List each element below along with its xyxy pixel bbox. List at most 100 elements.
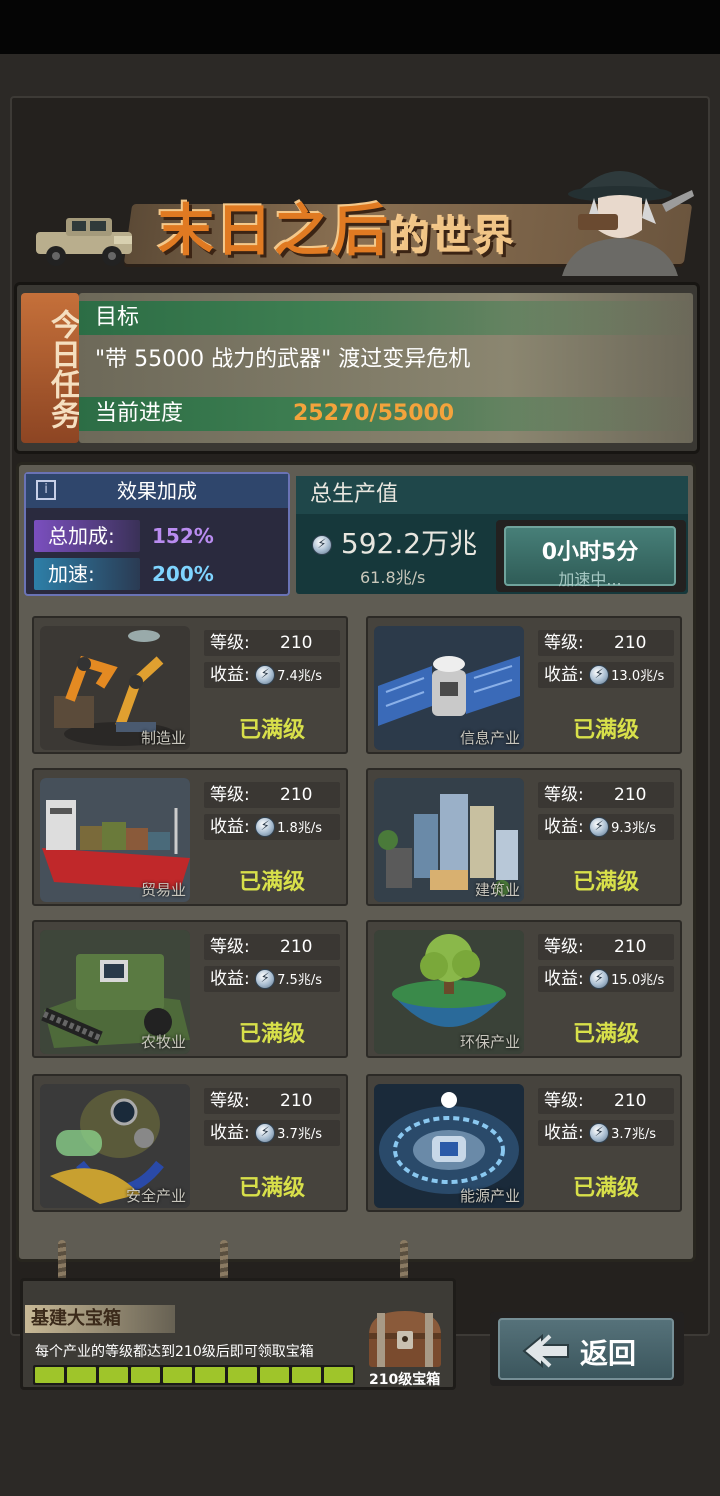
task-progress-row: 当前进度 25270/55000 bbox=[79, 397, 693, 431]
earnings-rate: 3.7兆/s bbox=[611, 1127, 656, 1142]
task-progress-value: 25270/55000 bbox=[293, 401, 455, 426]
industry-card[interactable]: 能源产业 等级: 210 收益: ⚡ 3.7兆/s 已满级 bbox=[366, 1074, 682, 1212]
industry-name: 信息产业 bbox=[459, 729, 520, 747]
industry-level: 等级: 210 bbox=[538, 1088, 674, 1114]
industry-card[interactable]: 环保产业 等级: 210 收益: ⚡ 15.0兆/s 已满级 bbox=[366, 920, 682, 1058]
total-output-amount: ⚡ 592.2万兆 bbox=[312, 522, 477, 562]
earnings-rate: 1.8兆/s bbox=[277, 821, 322, 836]
industry-level: 等级: 210 bbox=[538, 782, 674, 808]
title-banner: 末日之后的世界 bbox=[18, 150, 698, 276]
industry-earnings: 收益: ⚡ 3.7兆/s bbox=[204, 1120, 340, 1146]
task-progress-label: 当前进度 bbox=[95, 401, 184, 426]
industry-earnings: 收益: ⚡ 7.4兆/s bbox=[204, 662, 340, 688]
back-button[interactable]: 返回 bbox=[490, 1312, 684, 1386]
industry-earnings: 收益: ⚡ 7.5兆/s bbox=[204, 966, 340, 992]
survivor-character-icon bbox=[562, 171, 694, 276]
earnings-rate: 3.7兆/s bbox=[277, 1127, 322, 1142]
level-value: 210 bbox=[280, 1091, 313, 1111]
game-title: 末日之后的世界 bbox=[158, 186, 516, 267]
industry-image-icon: 农牧业 bbox=[40, 930, 190, 1054]
max-level-status: 已满级 bbox=[238, 718, 305, 743]
coin-icon: ⚡ bbox=[312, 535, 332, 555]
bonus-total-label: 总加成: bbox=[34, 520, 140, 552]
level-label: 等级: bbox=[210, 633, 250, 653]
industry-earnings: 收益: ⚡ 13.0兆/s bbox=[538, 662, 674, 688]
industry-name: 安全产业 bbox=[125, 1187, 186, 1205]
earnings-rate: 7.4兆/s bbox=[277, 669, 322, 684]
bonus-title: 效果加成 bbox=[117, 479, 197, 503]
industry-level: 等级: 210 bbox=[538, 630, 674, 656]
level-label: 等级: bbox=[544, 785, 584, 805]
industry-card[interactable]: 信息产业 等级: 210 收益: ⚡ 13.0兆/s 已满级 bbox=[366, 616, 682, 754]
level-label: 等级: bbox=[544, 1091, 584, 1111]
chest-description: 每个产业的等级都达到210级后即可领取宝箱 bbox=[35, 1344, 314, 1360]
title-main: 末日之后 bbox=[158, 199, 390, 264]
industry-card[interactable]: 安全产业 等级: 210 收益: ⚡ 3.7兆/s 已满级 bbox=[32, 1074, 348, 1212]
earnings-label: 收益: bbox=[210, 665, 250, 685]
chest-label: 210级宝箱 bbox=[369, 1372, 441, 1388]
industry-level: 等级: 210 bbox=[204, 1088, 340, 1114]
level-value: 210 bbox=[280, 937, 313, 957]
coin-icon: ⚡ bbox=[255, 817, 276, 837]
industry-image-icon: 环保产业 bbox=[374, 930, 524, 1054]
max-level-status: 已满级 bbox=[572, 870, 639, 895]
bonus-speed-row: 加速: 200% bbox=[34, 558, 284, 590]
earnings-label: 收益: bbox=[210, 969, 250, 989]
level-label: 等级: bbox=[544, 937, 584, 957]
level-value: 210 bbox=[280, 785, 313, 805]
earnings-rate: 9.3兆/s bbox=[611, 821, 656, 836]
industry-name: 建筑业 bbox=[474, 881, 520, 899]
industry-level: 等级: 210 bbox=[538, 934, 674, 960]
industry-card[interactable]: 贸易业 等级: 210 收益: ⚡ 1.8兆/s 已满级 bbox=[32, 768, 348, 906]
level-label: 等级: bbox=[210, 937, 250, 957]
back-button-inner: 返回 bbox=[498, 1318, 674, 1380]
industry-image-icon: 贸易业 bbox=[40, 778, 190, 902]
industry-image-icon: 信息产业 bbox=[374, 626, 524, 750]
level-value: 210 bbox=[614, 937, 647, 957]
total-output-value: 592.2万兆 bbox=[340, 527, 478, 560]
back-arrow-icon bbox=[522, 1334, 569, 1368]
build-chest-panel: 基建大宝箱 每个产业的等级都达到210级后即可领取宝箱 210级宝箱 bbox=[20, 1278, 456, 1390]
max-level-status: 已满级 bbox=[572, 1176, 639, 1201]
bonus-speed-value: 200% bbox=[152, 562, 214, 586]
max-level-status: 已满级 bbox=[238, 870, 305, 895]
industry-card[interactable]: 制造业 等级: 210 收益: ⚡ 7.4兆/s 已满级 bbox=[32, 616, 348, 754]
info-icon[interactable]: i bbox=[36, 480, 56, 500]
industry-earnings: 收益: ⚡ 3.7兆/s bbox=[538, 1120, 674, 1146]
speed-up-inner: 0小时5分 加速中... bbox=[504, 526, 676, 589]
title-tail: 的世界 bbox=[390, 214, 516, 260]
task-goal-row: 目标 bbox=[79, 301, 693, 335]
industry-image-icon: 安全产业 bbox=[40, 1084, 190, 1208]
industry-earnings: 收益: ⚡ 9.3兆/s bbox=[538, 814, 674, 840]
industry-image-icon: 制造业 bbox=[40, 626, 190, 750]
industry-name: 农牧业 bbox=[140, 1033, 186, 1051]
daily-task-panel: 今日任务 目标 "带 55000 战力的武器" 渡过变异危机 当前进度 2527… bbox=[14, 282, 700, 454]
total-output-rate: 61.8兆/s bbox=[360, 568, 426, 587]
coin-icon: ⚡ bbox=[255, 1123, 276, 1143]
back-label: 返回 bbox=[580, 1337, 637, 1370]
level-label: 等级: bbox=[544, 633, 584, 653]
industry-level: 等级: 210 bbox=[204, 630, 340, 656]
speed-up-button[interactable]: 0小时5分 加速中... bbox=[496, 520, 686, 592]
treasure-chest-icon[interactable] bbox=[363, 1305, 447, 1375]
speed-up-status: 加速中... bbox=[558, 570, 622, 589]
earnings-label: 收益: bbox=[544, 665, 584, 685]
bonus-header: i 效果加成 bbox=[26, 474, 288, 508]
task-body: 目标 "带 55000 战力的武器" 渡过变异危机 当前进度 25270/550… bbox=[79, 293, 693, 443]
level-value: 210 bbox=[614, 1091, 647, 1111]
coin-icon: ⚡ bbox=[255, 665, 276, 685]
level-label: 等级: bbox=[210, 785, 250, 805]
chest-title: 基建大宝箱 bbox=[25, 1305, 175, 1333]
status-bar bbox=[0, 0, 720, 54]
coin-icon: ⚡ bbox=[589, 969, 610, 989]
max-level-status: 已满级 bbox=[238, 1176, 305, 1201]
industry-image-icon: 建筑业 bbox=[374, 778, 524, 902]
industry-card[interactable]: 建筑业 等级: 210 收益: ⚡ 9.3兆/s 已满级 bbox=[366, 768, 682, 906]
industry-level: 等级: 210 bbox=[204, 782, 340, 808]
chest-progress-bar bbox=[33, 1365, 355, 1385]
earnings-label: 收益: bbox=[544, 1123, 584, 1143]
coin-icon: ⚡ bbox=[255, 969, 276, 989]
earnings-label: 收益: bbox=[210, 1123, 250, 1143]
level-value: 210 bbox=[280, 633, 313, 653]
industry-card[interactable]: 农牧业 等级: 210 收益: ⚡ 7.5兆/s 已满级 bbox=[32, 920, 348, 1058]
